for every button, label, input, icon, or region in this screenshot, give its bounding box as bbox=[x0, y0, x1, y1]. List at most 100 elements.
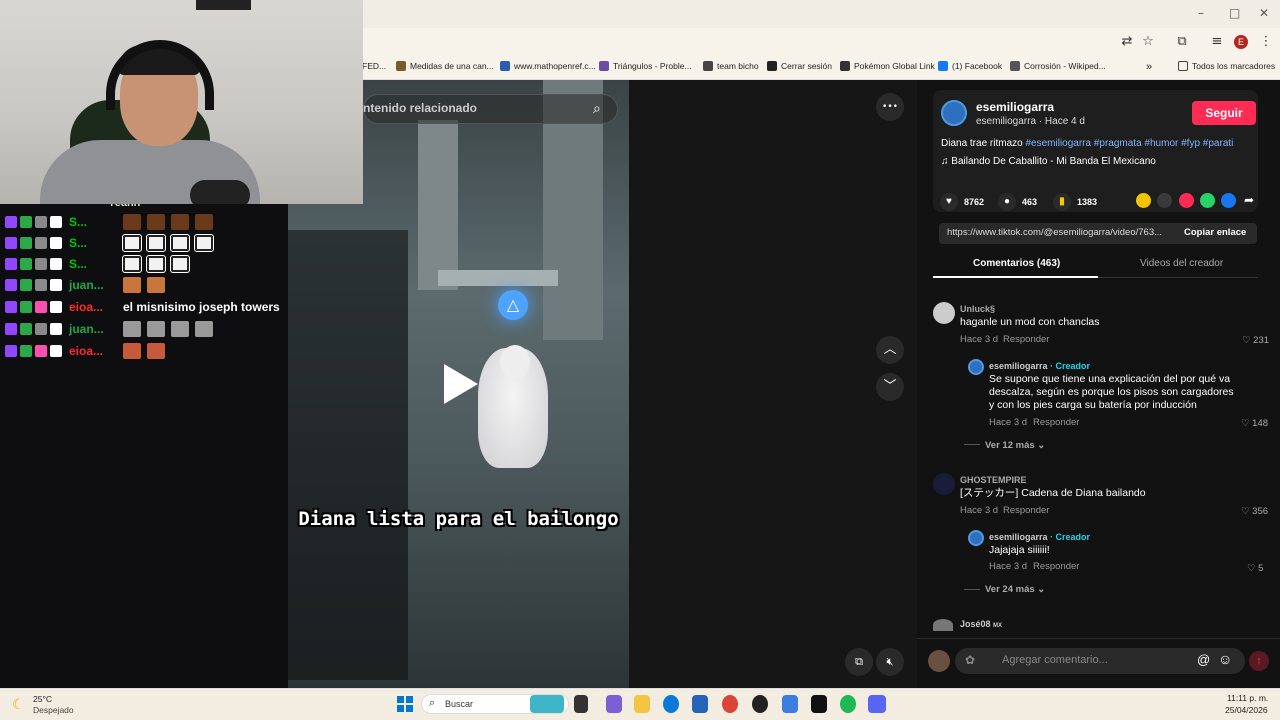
emoji-icon[interactable]: ☺ bbox=[1218, 651, 1232, 667]
save-button[interactable]: ▮ 1383 bbox=[1053, 193, 1097, 211]
author-name[interactable]: esemiliogarra bbox=[976, 100, 1054, 114]
comment-like[interactable]: ♡ 356 bbox=[1241, 506, 1268, 517]
weather-moon-icon[interactable]: ☾ bbox=[12, 696, 25, 713]
hashtags[interactable]: #esemiliogarra #pragmata #humor #fyp #pa… bbox=[1025, 138, 1233, 149]
reply-button[interactable]: Responder bbox=[1033, 417, 1079, 428]
chat-username[interactable]: eioa... bbox=[69, 300, 105, 314]
chat-username[interactable]: juan... bbox=[69, 322, 105, 336]
spotify-icon[interactable] bbox=[840, 695, 856, 713]
previous-video-button[interactable]: ︿ bbox=[876, 336, 904, 364]
chat-username[interactable]: S... bbox=[69, 236, 105, 250]
chat-message[interactable]: eioa... bbox=[5, 342, 168, 360]
bookmark-item[interactable]: Medidas de una can... bbox=[396, 61, 494, 71]
file-explorer-dark-icon[interactable] bbox=[574, 695, 588, 713]
edge-icon[interactable] bbox=[663, 695, 679, 713]
sticker-icon[interactable]: ✿ bbox=[965, 653, 975, 667]
commenter-avatar[interactable] bbox=[933, 473, 955, 495]
reply-like[interactable]: ♡ 148 bbox=[1241, 418, 1268, 429]
tab-comments[interactable]: Comentarios (463) bbox=[973, 258, 1060, 269]
comment-author[interactable]: Unluck§ bbox=[960, 304, 995, 314]
minimize-button[interactable]: – bbox=[1198, 6, 1204, 20]
chat-username[interactable]: S... bbox=[69, 257, 105, 271]
comment-button[interactable]: ● 463 bbox=[998, 193, 1037, 211]
commenter-avatar[interactable] bbox=[933, 619, 953, 631]
copy-link-button[interactable]: Copiar enlace bbox=[1184, 227, 1246, 238]
maximize-button[interactable]: □ bbox=[1229, 6, 1240, 20]
embed-icon[interactable] bbox=[1157, 193, 1172, 208]
bookmark-star-icon[interactable]: ☆ bbox=[1139, 33, 1157, 51]
facebook-icon[interactable] bbox=[1221, 193, 1236, 208]
extensions-icon[interactable]: ⧉ bbox=[1173, 33, 1191, 51]
vpn-shield-icon[interactable] bbox=[782, 695, 798, 713]
weather-temp[interactable]: 25°C bbox=[33, 694, 52, 704]
store-icon[interactable] bbox=[692, 695, 708, 713]
bookmark-item[interactable]: Cerrar sesión bbox=[767, 61, 832, 71]
folder-icon[interactable] bbox=[634, 695, 650, 713]
comment-author[interactable]: GHOSTEMPIRE bbox=[960, 475, 1027, 485]
reply-like[interactable]: ♡ 5 bbox=[1247, 563, 1263, 574]
chat-username[interactable]: juan... bbox=[69, 278, 105, 292]
chat-message[interactable]: juan... bbox=[5, 276, 168, 294]
chat-message[interactable]: juan... bbox=[5, 320, 216, 338]
user-avatar[interactable] bbox=[928, 650, 950, 672]
comment-like[interactable]: ♡ 231 bbox=[1242, 335, 1269, 346]
chat-message[interactable]: S... bbox=[5, 213, 216, 231]
music-row[interactable]: ♫ Bailando De Caballito - Mi Banda El Me… bbox=[941, 156, 1156, 167]
search-icon[interactable]: ⌕ bbox=[593, 101, 601, 117]
bookmark-item[interactable]: Corrosión - Wikiped... bbox=[1010, 61, 1106, 71]
next-video-button[interactable]: ﹀ bbox=[876, 373, 904, 401]
mention-icon[interactable]: @ bbox=[1197, 652, 1210, 667]
repost-icon[interactable] bbox=[1136, 193, 1151, 208]
like-button[interactable]: ♥ 8762 bbox=[940, 193, 984, 211]
send-comment-button[interactable]: ↑ bbox=[1249, 651, 1269, 671]
all-bookmarks-button[interactable]: Todos los marcadores bbox=[1178, 61, 1275, 71]
boat-widget-icon[interactable] bbox=[530, 695, 564, 713]
clock-date[interactable]: 25/04/2026 bbox=[1225, 705, 1268, 715]
reply-button[interactable]: Responder bbox=[1003, 505, 1049, 516]
discord-icon[interactable] bbox=[868, 695, 886, 713]
translate-icon[interactable]: ⇄ bbox=[1118, 33, 1136, 51]
creator-avatar[interactable] bbox=[968, 530, 984, 546]
photos-app-icon[interactable] bbox=[606, 695, 622, 713]
commenter-avatar[interactable] bbox=[933, 302, 955, 324]
author-avatar[interactable] bbox=[941, 100, 967, 126]
bookmark-item[interactable]: team bicho bbox=[703, 61, 759, 71]
creator-avatar[interactable] bbox=[968, 359, 984, 375]
reply-button[interactable]: Responder bbox=[1003, 334, 1049, 345]
chrome-icon[interactable] bbox=[722, 695, 738, 713]
bookmark-item[interactable]: FED... bbox=[362, 61, 386, 71]
clock-time[interactable]: 11:11 p. m. bbox=[1227, 693, 1268, 703]
whatsapp-icon[interactable] bbox=[1200, 193, 1215, 208]
tab-creator-videos[interactable]: Videos del creador bbox=[1140, 258, 1223, 269]
capcut-icon[interactable] bbox=[811, 695, 827, 713]
bookmark-item[interactable]: Triángulos - Proble... bbox=[599, 61, 692, 71]
share-arrow-icon[interactable]: ➦ bbox=[1244, 193, 1254, 207]
comment-author[interactable]: José08 MX bbox=[960, 619, 1002, 629]
play-icon[interactable] bbox=[444, 364, 478, 404]
media-control-icon[interactable]: ≡ bbox=[1208, 33, 1226, 51]
chat-username[interactable]: S... bbox=[69, 215, 105, 229]
view-more-replies[interactable]: Ver 24 más ⌄ bbox=[985, 584, 1045, 595]
follow-button[interactable]: Seguir bbox=[1192, 101, 1256, 125]
mute-icon[interactable]: 🔇︎ bbox=[876, 648, 904, 676]
bookmark-item[interactable]: Pokémon Global Link bbox=[840, 61, 935, 71]
bookmarks-more-button[interactable]: » bbox=[1146, 61, 1152, 73]
reply-button[interactable]: Responder bbox=[1033, 561, 1079, 572]
view-more-replies[interactable]: Ver 12 más ⌄ bbox=[985, 440, 1045, 451]
chat-message[interactable]: S... bbox=[5, 255, 192, 273]
bookmark-item[interactable]: www.mathopenref.c... bbox=[500, 61, 596, 71]
profile-avatar[interactable]: E bbox=[1234, 35, 1248, 49]
send-icon[interactable] bbox=[1179, 193, 1194, 208]
chat-message[interactable]: S... bbox=[5, 234, 216, 252]
reply-author[interactable]: esemiliogarra · Creador bbox=[989, 361, 1090, 371]
more-options-icon[interactable]: ••• bbox=[876, 93, 904, 121]
windows-start-icon[interactable] bbox=[397, 696, 413, 712]
browser-menu-icon[interactable]: ⋮ bbox=[1257, 33, 1275, 51]
reply-author[interactable]: esemiliogarra · Creador bbox=[989, 532, 1090, 542]
floating-player-icon[interactable]: ⧉ bbox=[845, 648, 873, 676]
chat-message[interactable]: eioa... el misnisimo joseph towers bbox=[5, 298, 280, 316]
obs-icon[interactable] bbox=[752, 695, 768, 713]
chat-username[interactable]: eioa... bbox=[69, 344, 105, 358]
close-window-button[interactable]: ✕ bbox=[1259, 6, 1269, 20]
bookmark-item[interactable]: (1) Facebook bbox=[938, 61, 1002, 71]
